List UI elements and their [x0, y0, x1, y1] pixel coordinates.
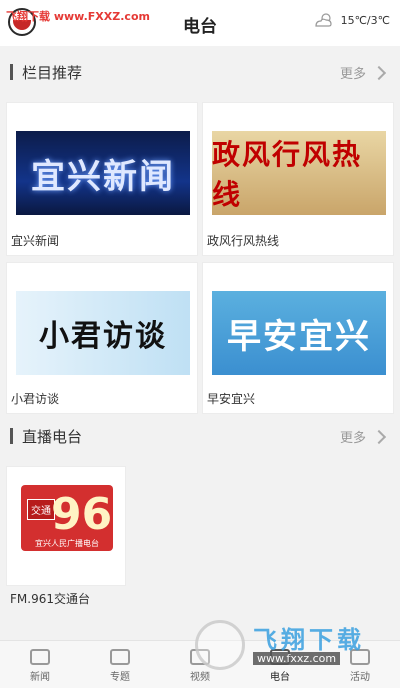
partly-cloudy-icon — [314, 13, 332, 27]
weather-temp: 15℃/3℃ — [340, 13, 390, 27]
tab-news[interactable]: 新闻 — [0, 641, 80, 688]
tag-icon — [110, 649, 130, 665]
program-card[interactable]: 政风行风热线 政风行风热线 — [202, 102, 394, 256]
section-title: 直播电台 — [22, 428, 83, 446]
program-caption: 早安宜兴 — [207, 392, 256, 406]
weather-widget: 15℃/3℃ — [313, 12, 390, 28]
watermark-logo-icon — [195, 620, 245, 670]
program-caption: 宜兴新闻 — [11, 234, 60, 248]
program-caption: 小君访谈 — [11, 392, 60, 406]
more-label: 更多 — [339, 67, 366, 82]
program-thumbnail: 政风行风热线 — [212, 131, 386, 215]
program-thumbnail: 宜兴新闻 — [16, 131, 190, 215]
section-live: 直播电台 更多 — [0, 416, 400, 456]
section-featured: 栏目推荐 更多 — [0, 52, 400, 92]
program-card[interactable]: 早安宜兴 早安宜兴 — [202, 262, 394, 414]
thumbnail-text: 宜兴新闻 — [31, 156, 175, 197]
section-marker — [10, 64, 13, 80]
chevron-right-icon — [371, 429, 387, 444]
app-header: 飞翔下载 www.FXXZ.com 电台 15℃/3℃ — [0, 0, 400, 46]
featured-more-link[interactable]: 更多 — [339, 63, 387, 82]
tab-label: 新闻 — [30, 672, 50, 683]
section-title: 栏目推荐 — [22, 64, 83, 82]
logo-number: 96.1 — [51, 489, 113, 540]
more-label: 更多 — [339, 431, 366, 446]
station-card[interactable]: 交通 96.1 宜兴人民广播电台 — [6, 466, 126, 586]
tab-label: 专题 — [110, 672, 130, 683]
program-thumbnail: 早安宜兴 — [212, 291, 386, 375]
live-more-link[interactable]: 更多 — [339, 427, 387, 446]
station-logo: 交通 96.1 宜兴人民广播电台 — [21, 485, 113, 551]
program-card[interactable]: 小君访谈 小君访谈 — [6, 262, 198, 414]
news-icon — [30, 649, 50, 665]
thumbnail-text: 早安宜兴 — [227, 316, 371, 357]
tab-topics[interactable]: 专题 — [80, 641, 160, 688]
program-card[interactable]: 宜兴新闻 宜兴新闻 — [6, 102, 198, 256]
watermark-title: 飞翔下载 — [253, 626, 365, 654]
program-thumbnail: 小君访谈 — [16, 291, 190, 375]
section-marker — [10, 428, 13, 444]
thumbnail-text: 小君访谈 — [39, 319, 167, 354]
program-caption: 政风行风热线 — [207, 234, 280, 248]
logo-subtitle: 宜兴人民广播电台 — [35, 539, 99, 548]
chevron-right-icon — [371, 65, 387, 80]
station-caption[interactable]: FM.961交通台 — [10, 590, 90, 607]
watermark-url: www.fxxz.com — [253, 652, 341, 665]
thumbnail-text: 政风行风热线 — [212, 138, 363, 211]
watermark-overlay: 飞翔下载 www.fxxz.com — [195, 618, 395, 674]
